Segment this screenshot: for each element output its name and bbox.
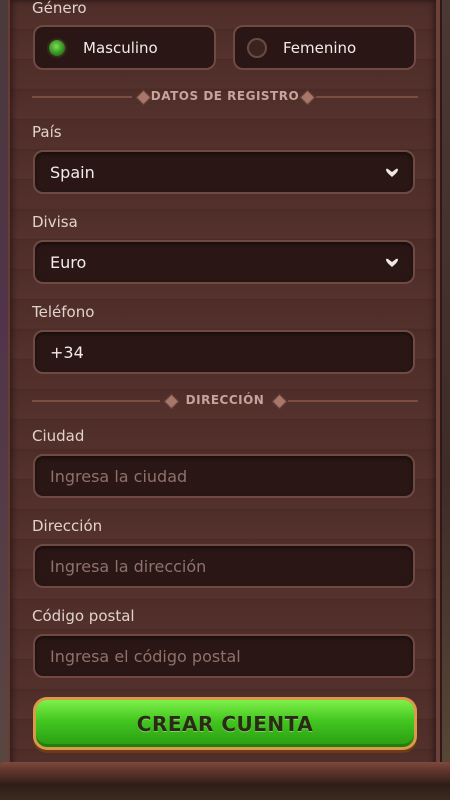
phone-value: +34 [50,343,84,362]
city-placeholder: Ingresa la ciudad [50,467,188,486]
city-input[interactable]: Ingresa la ciudad [33,454,415,498]
section-divider-registration: DATOS DE REGISTRO [32,87,418,107]
radio-selected-icon [47,38,67,58]
address-input[interactable]: Ingresa la dirección [33,544,415,588]
address-placeholder: Ingresa la dirección [50,557,207,576]
postal-code-input[interactable]: Ingresa el código postal [33,634,415,678]
gender-option-male-label: Masculino [83,39,158,57]
divider-line-right [316,96,418,98]
phone-label: Teléfono [32,303,95,321]
country-select[interactable]: Spain [33,150,415,194]
create-account-label: CREAR CUENTA [136,712,314,736]
gender-label: Género [32,0,87,17]
create-account-button[interactable]: CREAR CUENTA [33,697,417,750]
country-value: Spain [50,163,95,182]
background-left-strip [0,0,8,800]
gender-option-female[interactable]: Femenino [233,25,416,70]
panel-bottom-frame [0,762,450,800]
registration-page: Género Masculino Femenino DATOS DE REGIS… [0,0,450,800]
radio-unselected-icon [247,38,267,58]
phone-input[interactable]: +34 [33,330,415,374]
address-label: Dirección [32,517,103,535]
postal-code-label: Código postal [32,607,135,625]
create-account-button-face: CREAR CUENTA [36,700,414,747]
currency-select[interactable]: Euro [33,240,415,284]
currency-value: Euro [50,253,87,272]
background-right-strip [442,0,450,800]
country-label: País [32,123,62,141]
gender-option-female-label: Femenino [283,39,357,57]
chevron-down-icon [386,168,398,177]
panel-bottom-lip [0,762,450,772]
gender-option-male[interactable]: Masculino [33,25,216,70]
city-label: Ciudad [32,427,85,445]
postal-code-placeholder: Ingresa el código postal [50,647,241,666]
chevron-down-icon [386,258,398,267]
divider-line-right [288,400,418,402]
section-divider-address: DIRECCIÓN [32,391,418,411]
currency-label: Divisa [32,213,78,231]
